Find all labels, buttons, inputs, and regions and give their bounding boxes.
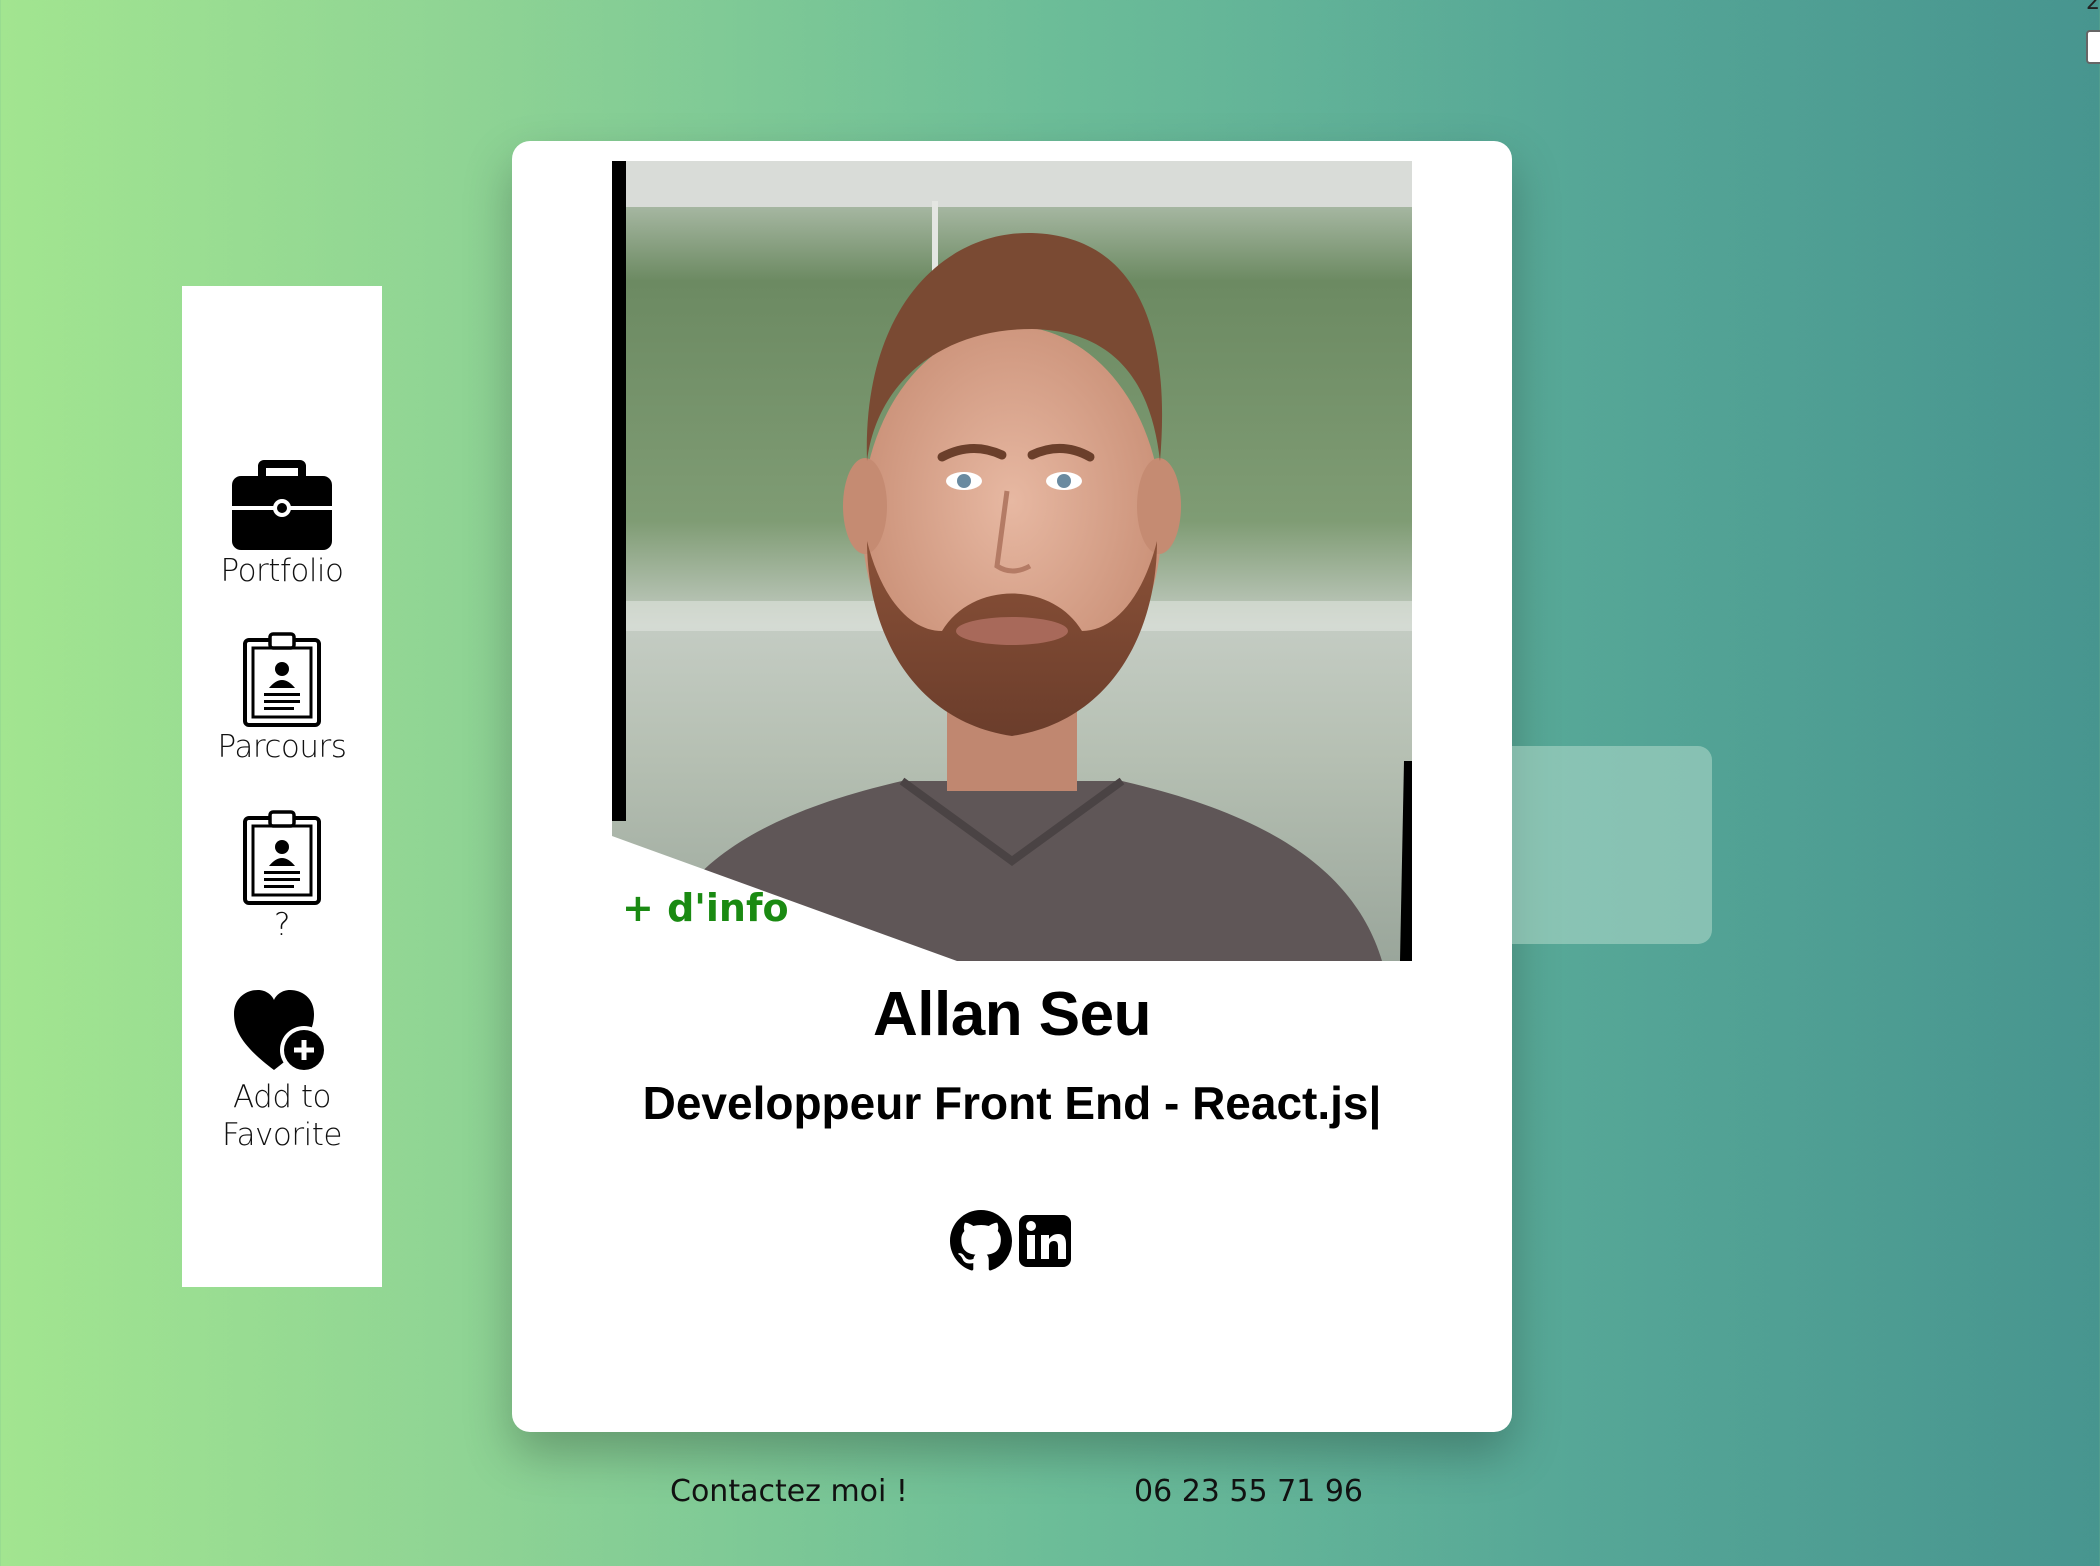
profile-role: Developpeur Front End - React.js| (642, 1077, 1382, 1129)
add-to-favorite-button[interactable]: Add to Favorite (182, 986, 382, 1154)
github-icon[interactable] (950, 1210, 1012, 1276)
sidebar-item-portfolio[interactable]: Portfolio (182, 456, 382, 590)
corner-checkbox[interactable] (2086, 30, 2100, 64)
profile-card: + d'info Allan Seu Developpeur Front End… (512, 141, 1512, 1509)
sidebar-item-parcours[interactable]: Parcours (182, 632, 382, 766)
sidebar: Portfolio Parcours ? Add to Favorite (182, 286, 382, 1287)
social-links (950, 1210, 1072, 1276)
corner-label: 2 (2086, 0, 2100, 15)
profile-photo (612, 161, 1412, 961)
heart-plus-icon (234, 990, 328, 1074)
more-info-link[interactable]: + d'info (622, 886, 789, 930)
id-badge-icon (243, 632, 321, 727)
phone-number[interactable]: 06 23 55 71 96 (1134, 1474, 1363, 1509)
sidebar-item-label: ? (274, 907, 290, 943)
ghost-panel (1512, 746, 1712, 944)
sidebar-item-unknown[interactable]: ? (182, 810, 382, 944)
contact-link[interactable]: Contactez moi ! (670, 1474, 908, 1509)
profile-name: Allan Seu (872, 980, 1152, 1049)
linkedin-icon[interactable] (1018, 1214, 1072, 1272)
briefcase-icon (232, 460, 332, 550)
sidebar-item-label: Add to Favorite (222, 1079, 342, 1153)
sidebar-item-label: Portfolio (220, 553, 344, 589)
id-badge-icon (243, 810, 321, 905)
sidebar-item-label: Parcours (217, 729, 347, 765)
